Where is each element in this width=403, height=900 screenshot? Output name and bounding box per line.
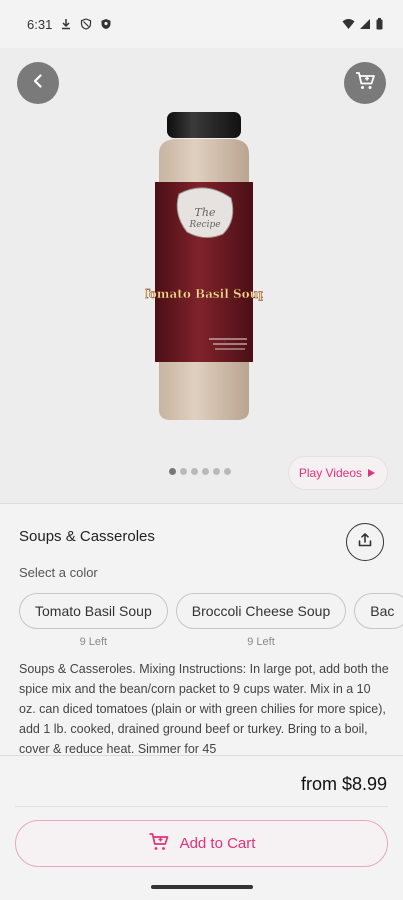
back-button[interactable] — [17, 62, 59, 104]
cart-icon — [148, 832, 170, 856]
divider — [15, 806, 388, 807]
share-button[interactable] — [346, 523, 384, 561]
product-description: Soups & Casseroles. Mixing Instructions:… — [19, 662, 389, 755]
variant-chip-tomato-basil[interactable]: Tomato Basil Soup — [19, 593, 168, 629]
variant-stock: 9 Left — [247, 636, 275, 648]
home-indicator[interactable] — [151, 885, 253, 889]
cart-button[interactable] — [344, 62, 386, 104]
select-color-label: Select a color — [19, 565, 98, 580]
pagination-dot[interactable] — [224, 468, 231, 475]
status-left: 6:31 — [27, 17, 112, 32]
status-bar: 6:31 — [0, 0, 403, 48]
product-image[interactable]: The Recipe Tomato Basil Soup . — [145, 110, 263, 422]
status-right — [342, 18, 383, 30]
svg-text:Recipe: Recipe — [188, 220, 220, 230]
shield-filled-icon — [100, 18, 112, 30]
shield-icon — [80, 18, 92, 30]
play-videos-button[interactable]: Play Videos — [287, 456, 388, 490]
variant-option: Broccoli Cheese Soup 9 Left — [175, 593, 347, 648]
gallery-pagination[interactable] — [169, 468, 231, 475]
pagination-dot[interactable] — [180, 468, 187, 475]
variant-chip-broccoli-cheese[interactable]: Broccoli Cheese Soup — [175, 593, 347, 629]
cart-icon — [354, 70, 376, 97]
variant-chip-bac[interactable]: Bac — [354, 593, 403, 629]
variant-option: Tomato Basil Soup 9 Left — [19, 593, 168, 648]
divider — [0, 755, 403, 756]
variant-selector: Tomato Basil Soup 9 Left Broccoli Cheese… — [19, 593, 403, 648]
share-icon — [357, 532, 373, 553]
product-gallery[interactable]: The Recipe Tomato Basil Soup . Play Vide… — [0, 48, 403, 503]
pagination-dot[interactable] — [213, 468, 220, 475]
download-icon — [60, 18, 72, 30]
pagination-dot[interactable] — [191, 468, 198, 475]
status-time: 6:31 — [27, 16, 53, 32]
product-details: Soups & Casseroles Select a color Tomato… — [0, 504, 403, 755]
wifi-icon — [342, 18, 355, 30]
chevron-left-icon — [30, 73, 46, 94]
pagination-dot[interactable] — [202, 468, 209, 475]
pagination-dot[interactable] — [169, 468, 176, 475]
battery-icon — [376, 18, 383, 30]
signal-icon — [359, 18, 371, 30]
add-to-cart-button[interactable]: Add to Cart — [15, 820, 388, 867]
play-videos-label: Play Videos — [298, 466, 362, 480]
product-title: Soups & Casseroles — [19, 528, 155, 545]
play-icon — [368, 469, 375, 477]
variant-stock: 9 Left — [79, 636, 108, 648]
variant-option: Bac — [354, 593, 403, 648]
add-to-cart-label: Add to Cart — [179, 835, 256, 852]
product-image-label: Tomato Basil Soup — [145, 287, 263, 301]
svg-text:The: The — [195, 206, 216, 219]
price-label: from $8.99 — [300, 774, 387, 794]
